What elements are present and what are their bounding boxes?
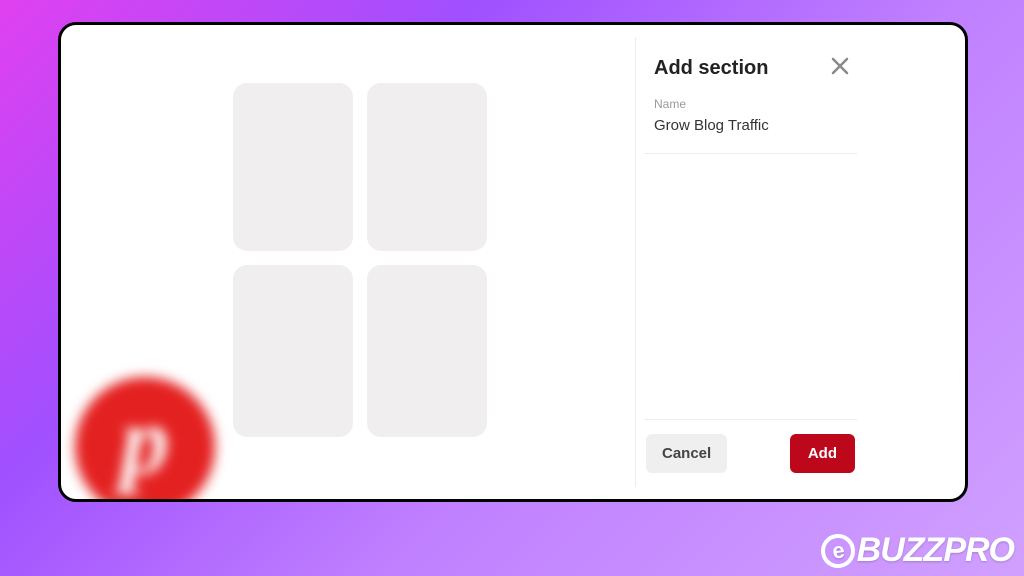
board-tile-grid xyxy=(233,83,487,433)
board-tile xyxy=(233,83,353,251)
board-preview-pane: p xyxy=(61,25,501,499)
modal-header: Add section xyxy=(644,37,857,95)
add-button[interactable]: Add xyxy=(790,434,855,473)
cancel-button[interactable]: Cancel xyxy=(646,434,727,473)
pinterest-logo-icon: p xyxy=(75,377,215,502)
section-name-input[interactable] xyxy=(654,117,853,134)
app-frame: p Add section Name Cancel Add xyxy=(58,22,968,502)
modal-body-spacer xyxy=(644,154,857,420)
board-tile xyxy=(367,265,487,437)
watermark-text: BUZZPRO xyxy=(857,531,1014,570)
board-tile xyxy=(233,265,353,437)
board-tile xyxy=(367,83,487,251)
modal-actions: Cancel Add xyxy=(644,420,857,487)
modal-title: Add section xyxy=(654,57,768,80)
pinterest-glyph: p xyxy=(121,392,170,490)
name-field-group: Name xyxy=(644,95,857,154)
close-icon[interactable] xyxy=(823,51,857,85)
watermark: e BUZZPRO xyxy=(821,531,1014,570)
content-area: p Add section Name Cancel Add xyxy=(61,25,965,499)
name-label: Name xyxy=(654,97,853,111)
add-section-modal: Add section Name Cancel Add xyxy=(635,37,857,487)
watermark-e-icon: e xyxy=(818,531,856,569)
